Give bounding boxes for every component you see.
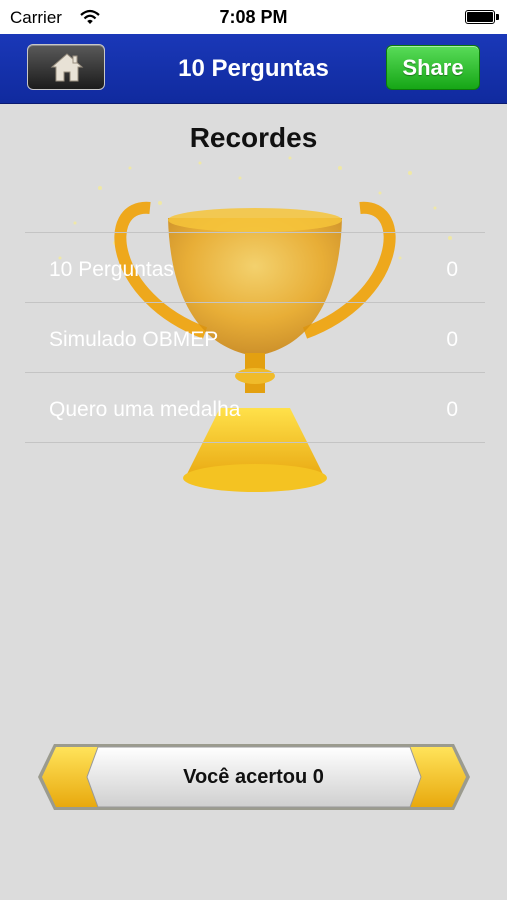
- battery-icon: [465, 10, 499, 24]
- status-bar: Carrier 7:08 PM: [0, 0, 507, 34]
- home-icon: [50, 53, 84, 82]
- record-row[interactable]: Quero uma medalha 0: [25, 372, 485, 443]
- share-button[interactable]: Share: [386, 45, 480, 90]
- record-value: 0: [446, 398, 458, 421]
- records-list: 10 Perguntas 0 Simulado OBMEP 0 Quero um…: [25, 232, 485, 443]
- navigation-bar: 10 Perguntas Share: [0, 34, 507, 104]
- home-button[interactable]: [27, 44, 105, 90]
- record-value: 0: [446, 258, 458, 281]
- record-row[interactable]: Simulado OBMEP 0: [25, 302, 485, 372]
- result-label: Você acertou 0: [183, 766, 324, 788]
- clock: 7:08 PM: [219, 7, 288, 27]
- record-name: Quero uma medalha: [49, 398, 241, 421]
- record-name: 10 Perguntas: [49, 258, 174, 281]
- record-row[interactable]: 10 Perguntas 0: [25, 232, 485, 302]
- record-name: Simulado OBMEP: [49, 328, 219, 351]
- record-value: 0: [446, 328, 458, 351]
